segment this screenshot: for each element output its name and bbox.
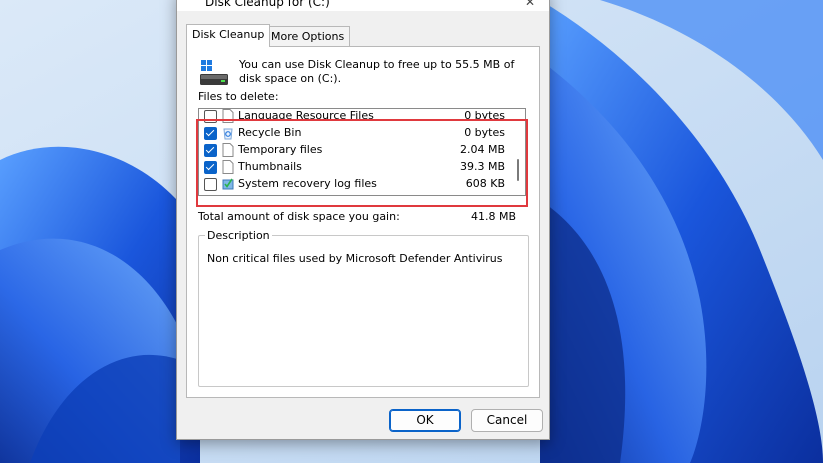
checkbox[interactable]	[204, 161, 217, 174]
title-bar[interactable]: Disk Cleanup for (C:) ✕	[177, 0, 549, 11]
total-gain-label: Total amount of disk space you gain:	[198, 210, 400, 223]
scrollbar-thumb[interactable]	[517, 159, 519, 181]
tab-disk-cleanup[interactable]: Disk Cleanup	[186, 24, 271, 47]
file-name: Language Resource Files	[238, 109, 374, 122]
recovery-log-icon	[222, 178, 234, 190]
disk-cleanup-dialog: Disk Cleanup for (C:) ✕ Disk Cleanup Mor…	[176, 0, 550, 440]
checkbox[interactable]	[204, 127, 217, 140]
files-list[interactable]: Language Resource Files 0 bytes Recycle …	[198, 108, 526, 196]
cancel-button[interactable]: Cancel	[471, 409, 543, 432]
checkbox[interactable]	[204, 110, 217, 123]
list-item[interactable]: Temporary files 2.04 MB	[199, 142, 511, 159]
list-item[interactable]: System recovery log files 608 KB	[199, 176, 511, 193]
file-name: Thumbnails	[238, 160, 302, 173]
recycle-bin-icon	[223, 128, 233, 140]
checkbox[interactable]	[204, 144, 217, 157]
file-name: Temporary files	[238, 143, 323, 156]
file-size: 2.04 MB	[459, 143, 505, 156]
file-size: 39.3 MB	[459, 160, 505, 173]
drive-icon	[200, 60, 228, 85]
tab-more-options[interactable]: More Options	[265, 26, 351, 46]
file-icon	[222, 109, 234, 123]
checkbox[interactable]	[204, 178, 217, 191]
list-item[interactable]: Recycle Bin 0 bytes	[199, 125, 511, 142]
file-icon	[222, 160, 234, 174]
file-size: 0 bytes	[464, 126, 505, 139]
file-size: 608 KB	[465, 177, 505, 190]
intro-text: You can use Disk Cleanup to free up to 5…	[239, 58, 515, 85]
file-icon	[222, 143, 234, 157]
close-icon[interactable]: ✕	[525, 0, 535, 9]
ok-button[interactable]: OK	[389, 409, 461, 432]
list-item[interactable]: Thumbnails 39.3 MB	[199, 159, 511, 176]
disk-cleanup-panel: You can use Disk Cleanup to free up to 5…	[186, 46, 540, 398]
window-title: Disk Cleanup for (C:)	[205, 0, 330, 9]
files-to-delete-label: Files to delete:	[198, 90, 279, 103]
description-group: Description Non critical files used by M…	[198, 229, 529, 387]
description-legend: Description	[205, 229, 272, 242]
file-name: Recycle Bin	[238, 126, 302, 139]
description-text: Non critical files used by Microsoft Def…	[207, 252, 503, 265]
total-gain-value: 41.8 MB	[471, 210, 517, 223]
file-name: System recovery log files	[238, 177, 377, 190]
list-scrollbar[interactable]	[511, 109, 525, 195]
list-item[interactable]: Language Resource Files 0 bytes	[199, 109, 511, 125]
file-size: 0 bytes	[464, 109, 505, 122]
